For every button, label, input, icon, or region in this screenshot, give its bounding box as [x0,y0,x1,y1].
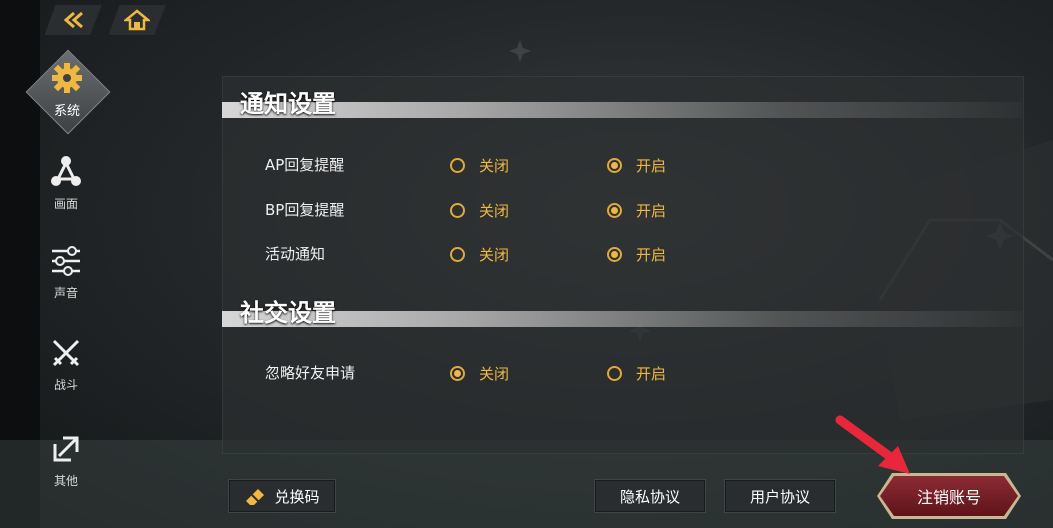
sidebar-item-display[interactable]: 画面 [30,155,102,212]
sliders-icon [52,246,80,276]
option-on[interactable]: 开启 [607,244,666,265]
option-off-label: 关闭 [479,202,510,220]
delete-account-button[interactable]: 注销账号 [880,476,1018,516]
privacy-policy-button[interactable]: 隐私协议 [594,479,706,513]
option-on-label: 开启 [636,157,667,175]
arrow-box-icon [53,436,79,462]
privacy-policy-label: 隐私协议 [619,487,680,506]
setting-label: AP回复提醒 [265,156,345,174]
user-agreement-label: 用户协议 [749,487,810,506]
crossed-swords-icon [52,339,80,367]
redeem-code-button[interactable]: 兑换码 [228,479,336,513]
sidebar-item-battle[interactable]: 战斗 [30,338,102,393]
option-on-label: 开启 [636,365,667,383]
radio-off-selected[interactable] [450,366,465,381]
radio-off[interactable] [450,247,465,262]
setting-row-bp-reminder: BP回复提醒 关闭 开启 [265,197,965,221]
radio-dot [611,162,618,169]
option-off[interactable]: 关闭 [450,200,509,221]
option-off[interactable]: 关闭 [450,244,509,265]
radio-off[interactable] [450,158,465,173]
option-on-label: 开启 [636,246,667,264]
setting-label: 忽略好友申请 [265,364,356,382]
sidebar-item-label: 声音 [53,286,78,300]
option-on[interactable]: 开启 [607,200,666,221]
sidebar: 系统 画面 声音 战斗 其他 [0,0,130,528]
redeem-code-label: 兑换码 [274,487,320,506]
radio-dot [611,251,618,258]
setting-row-event-notification: 活动通知 关闭 开启 [265,241,965,265]
sidebar-item-sound[interactable]: 声音 [30,246,102,301]
setting-row-ignore-friend-requests: 忽略好友申请 关闭 开启 [265,360,965,384]
radio-dot [611,207,618,214]
section-header-notifications: 通知设置 [222,76,1022,118]
option-on[interactable]: 开启 [607,363,666,384]
annotation-arrow-icon [835,415,910,474]
ticket-icon [246,489,265,505]
sidebar-item-other[interactable]: 其他 [30,434,102,489]
setting-label: 活动通知 [265,245,326,263]
option-on-label: 开启 [636,202,667,220]
radio-on-selected[interactable] [607,247,622,262]
setting-row-ap-reminder: AP回复提醒 关闭 开启 [265,152,965,176]
radio-on-selected[interactable] [607,158,622,173]
section-header-bar [222,102,1022,118]
section-header-bar [222,311,1022,327]
radio-dot [454,370,461,377]
option-off[interactable]: 关闭 [450,363,509,384]
settings-panel [222,76,1024,454]
radio-off[interactable] [450,203,465,218]
section-header-social: 社交设置 [222,285,1022,327]
gear-icon [52,63,82,93]
sidebar-item-system[interactable]: 系统 [25,49,111,135]
option-off-label: 关闭 [479,157,510,175]
sidebar-item-label: 画面 [53,197,78,211]
option-off-label: 关闭 [479,246,510,264]
option-off[interactable]: 关闭 [450,155,509,176]
setting-label: BP回复提醒 [265,201,345,219]
sidebar-item-label: 战斗 [53,378,78,392]
sidebar-item-label: 其他 [53,474,78,488]
triangle-nodes-icon [51,156,81,186]
sidebar-item-label: 系统 [53,104,80,119]
user-agreement-button[interactable]: 用户协议 [724,479,836,513]
radio-on[interactable] [607,366,622,381]
option-off-label: 关闭 [479,365,510,383]
option-on[interactable]: 开启 [607,155,666,176]
section-title: 通知设置 [240,90,336,118]
radio-on-selected[interactable] [607,203,622,218]
delete-account-label: 注销账号 [916,488,981,507]
section-title: 社交设置 [240,299,336,327]
